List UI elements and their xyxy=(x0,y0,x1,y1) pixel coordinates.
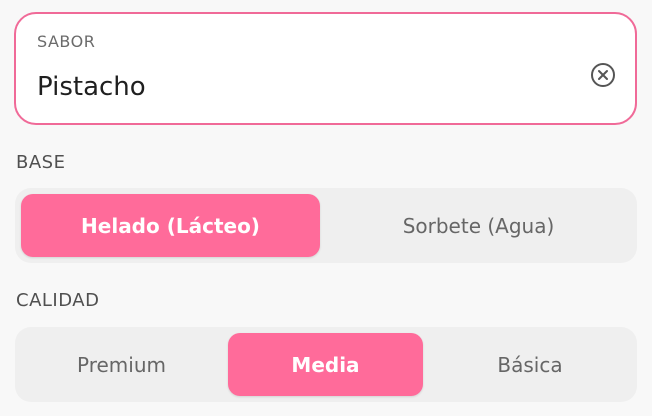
quality-segmented-control: Premium Media Básica xyxy=(15,327,637,402)
flavor-field-label: SABOR xyxy=(37,32,96,51)
flavor-input[interactable]: Pistacho xyxy=(37,72,146,102)
quality-option-premium[interactable]: Premium xyxy=(21,333,222,396)
quality-option-media[interactable]: Media xyxy=(228,333,423,396)
base-section-title: BASE xyxy=(16,152,66,173)
quality-section-title: CALIDAD xyxy=(16,290,100,311)
flavor-field[interactable]: SABOR Pistacho xyxy=(14,12,637,125)
clear-circle-icon xyxy=(591,63,615,87)
base-option-helado[interactable]: Helado (Lácteo) xyxy=(21,194,320,257)
base-segmented-control: Helado (Lácteo) Sorbete (Agua) xyxy=(15,188,637,263)
base-option-sorbete[interactable]: Sorbete (Agua) xyxy=(326,194,631,257)
quality-option-basica[interactable]: Básica xyxy=(429,333,631,396)
clear-button[interactable] xyxy=(589,61,617,89)
